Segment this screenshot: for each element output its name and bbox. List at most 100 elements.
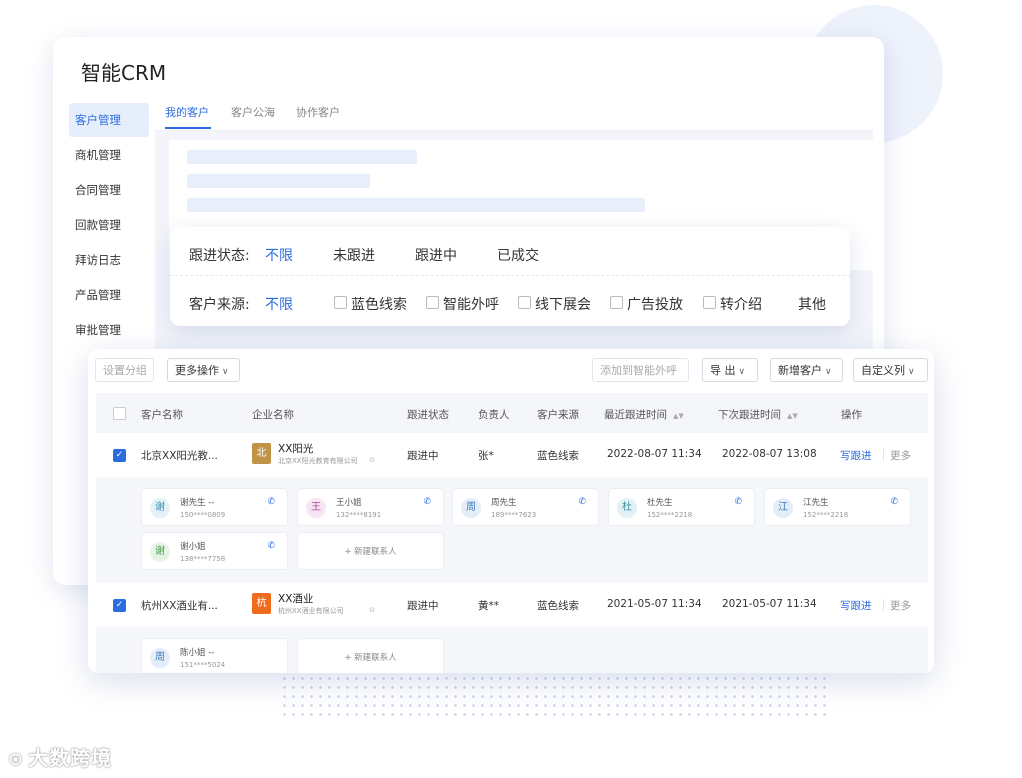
row-checkbox[interactable]: ✓ xyxy=(113,599,126,612)
phone-icon[interactable]: ✆ xyxy=(578,497,586,507)
contact-card[interactable]: 谢 谢先生 -- 150****0809 ✆ xyxy=(141,488,288,526)
filter-source-blue-leads[interactable]: 蓝色线索 xyxy=(351,294,407,314)
header-last-follow[interactable]: 最近跟进时间 ▲▼ xyxy=(604,407,684,422)
follow-status: 跟进中 xyxy=(407,600,439,612)
checkbox-ads[interactable] xyxy=(610,296,623,309)
filter-source-label: 客户来源: xyxy=(189,297,250,313)
tab-customer-pool[interactable]: 客户公海 xyxy=(231,104,275,120)
write-follow-link[interactable]: 写跟进 xyxy=(840,598,872,613)
contact-phone: 138****7758 xyxy=(180,555,226,563)
filter-source-offline-expo[interactable]: 线下展会 xyxy=(535,294,591,314)
tabs-bar: 我的客户 客户公海 协作客户 xyxy=(155,94,873,131)
contact-phone: 189****7623 xyxy=(491,511,537,519)
set-group-button[interactable]: 设置分组 xyxy=(95,358,154,382)
decorative-dot-grid xyxy=(280,674,832,718)
watermark-logo-icon: ⊙ xyxy=(8,749,25,770)
new-customer-label: 新增客户 xyxy=(778,364,822,377)
sidebar-item-payments[interactable]: 回款管理 xyxy=(69,208,149,242)
next-follow-time: 2022-08-07 13:08 xyxy=(722,448,817,460)
write-follow-link[interactable]: 写跟进 xyxy=(840,448,872,463)
active-tab-indicator xyxy=(165,127,211,129)
new-customer-button[interactable]: 新增客户 ∨ xyxy=(770,358,843,382)
sidebar-item-opportunities[interactable]: 商机管理 xyxy=(69,138,149,172)
filter-status-label: 跟进状态: xyxy=(189,248,250,264)
header-customer-name: 客户名称 xyxy=(141,409,183,421)
tab-collab-customers[interactable]: 协作客户 xyxy=(296,104,340,120)
phone-icon[interactable]: ✆ xyxy=(267,541,275,551)
contact-name: 王小姐 xyxy=(336,498,362,508)
sidebar-item-contracts[interactable]: 合同管理 xyxy=(69,173,149,207)
add-to-smart-call-button[interactable]: 添加到智能外呼 xyxy=(592,358,689,382)
select-all-checkbox[interactable] xyxy=(113,407,126,420)
contact-card[interactable]: 周 陈小姐 -- 151****5024 xyxy=(141,638,288,673)
header-company-name: 企业名称 xyxy=(252,409,294,421)
caret-down-icon: ∨ xyxy=(738,367,746,377)
contact-phone: 132****8191 xyxy=(336,511,382,519)
sort-icon[interactable]: ▲▼ xyxy=(787,412,798,420)
contacts-panel: 谢 谢先生 -- 150****0809 ✆ 王 王小姐 132****8191… xyxy=(96,477,928,584)
new-contact-button[interactable]: + 新建联系人 xyxy=(297,532,444,570)
export-button[interactable]: 导 出 ∨ xyxy=(702,358,758,382)
customer-name[interactable]: 杭州XX酒业有... xyxy=(141,598,218,613)
filter-source-referral[interactable]: 转介绍 xyxy=(720,294,762,314)
new-contact-button[interactable]: + 新建联系人 xyxy=(297,638,444,673)
contact-card[interactable]: 周 周先生 189****7623 ✆ xyxy=(452,488,599,526)
more-link[interactable]: 更多 xyxy=(890,448,911,463)
sidebar-item-visit-log[interactable]: 拜访日志 xyxy=(69,243,149,277)
export-label: 导 出 xyxy=(710,364,736,377)
header-source: 客户来源 xyxy=(537,409,579,421)
skeleton-line xyxy=(187,150,417,164)
contact-card[interactable]: 谢 谢小姐 138****7758 ✆ xyxy=(141,532,288,570)
customer-name[interactable]: 北京XX阳光教... xyxy=(141,448,218,463)
contact-card[interactable]: 江 江先生 152****2218 ✆ xyxy=(764,488,911,526)
table-row: ✓ 杭州XX酒业有... 杭 XX酒业 杭州XX酒业有限公司 ⊙ 跟进中 黄**… xyxy=(96,583,928,628)
filter-source-other[interactable]: 其他 xyxy=(798,294,826,314)
filter-source-smart-call[interactable]: 智能外呼 xyxy=(443,294,499,314)
phone-icon[interactable]: ✆ xyxy=(267,497,275,507)
avatar: 周 xyxy=(461,498,481,518)
skeleton-line xyxy=(187,198,645,212)
filter-status-not-followed[interactable]: 未跟进 xyxy=(333,245,375,265)
avatar: 谢 xyxy=(150,542,170,562)
header-actions: 操作 xyxy=(841,409,862,421)
sidebar-item-products[interactable]: 产品管理 xyxy=(69,278,149,312)
filter-status-all[interactable]: 不限 xyxy=(265,245,293,265)
row-checkbox[interactable]: ✓ xyxy=(113,449,126,462)
contact-phone: 151****5024 xyxy=(180,661,226,669)
sidebar-item-approvals[interactable]: 审批管理 xyxy=(69,313,149,347)
contact-name: 江先生 xyxy=(803,498,829,508)
header-next-follow[interactable]: 下次跟进时间 ▲▼ xyxy=(718,407,798,422)
filter-source-all[interactable]: 不限 xyxy=(265,294,293,314)
source: 蓝色线索 xyxy=(537,600,579,612)
company-name[interactable]: XX阳光 xyxy=(278,441,313,456)
sidebar-item-customers[interactable]: 客户管理 xyxy=(69,103,149,137)
filter-status-following[interactable]: 跟进中 xyxy=(415,245,457,265)
filter-source-ads[interactable]: 广告投放 xyxy=(627,294,683,314)
contact-name: 谢先生 -- xyxy=(180,498,215,508)
checkbox-offline-expo[interactable] xyxy=(518,296,531,309)
divider xyxy=(883,599,884,611)
phone-icon[interactable]: ✆ xyxy=(890,497,898,507)
checkbox-blue-leads[interactable] xyxy=(334,296,347,309)
checkbox-referral[interactable] xyxy=(703,296,716,309)
owner: 张* xyxy=(478,450,494,462)
filter-status-closed[interactable]: 已成交 xyxy=(497,245,539,265)
phone-icon[interactable]: ✆ xyxy=(734,497,742,507)
more-link[interactable]: 更多 xyxy=(890,598,911,613)
checkbox-smart-call[interactable] xyxy=(426,296,439,309)
phone-icon[interactable]: ✆ xyxy=(423,497,431,507)
customer-table-window: 设置分组 更多操作 ∨ 添加到智能外呼 导 出 ∨ 新增客户 ∨ 自定义列 ∨ 客户名称… xyxy=(88,349,934,673)
contact-name: 周先生 xyxy=(491,498,517,508)
sort-icon[interactable]: ▲▼ xyxy=(673,412,684,420)
more-actions-button[interactable]: 更多操作 ∨ xyxy=(167,358,240,382)
contact-card[interactable]: 杜 杜先生 152****2218 ✆ xyxy=(608,488,755,526)
custom-columns-button[interactable]: 自定义列 ∨ xyxy=(853,358,928,382)
last-follow-time: 2021-05-07 11:34 xyxy=(607,598,702,610)
header-follow-status: 跟进状态 xyxy=(407,409,449,421)
tab-my-customers[interactable]: 我的客户 xyxy=(165,104,209,120)
contact-name: 陈小姐 -- xyxy=(180,648,215,658)
contact-card[interactable]: 王 王小姐 132****8191 ✆ xyxy=(297,488,444,526)
skeleton-line xyxy=(187,174,370,188)
company-name[interactable]: XX酒业 xyxy=(278,591,313,606)
table-header: 客户名称 企业名称 跟进状态 负责人 客户来源 最近跟进时间 ▲▼ 下次跟进时间 ▲… xyxy=(96,393,928,433)
